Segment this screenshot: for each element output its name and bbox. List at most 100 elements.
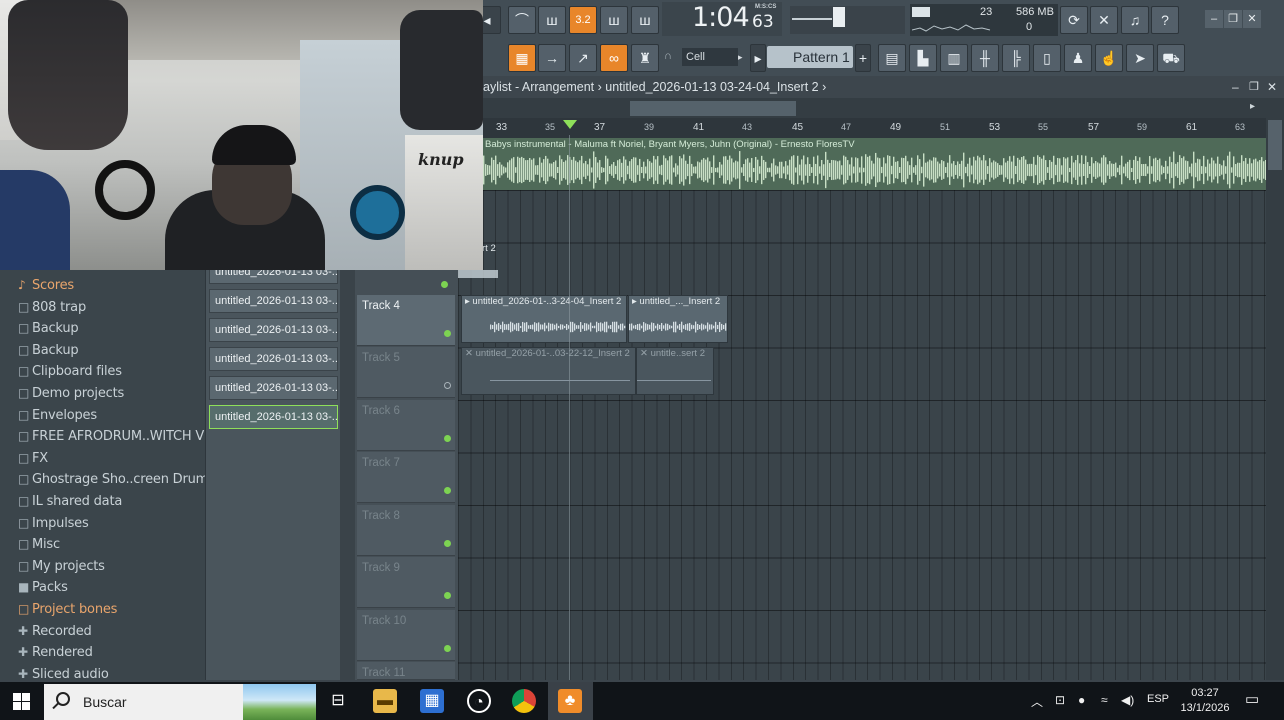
browser-folder-item[interactable]: ✚ Sliced audio [18,667,109,682]
tray-device-icon[interactable]: ⊡ [1055,693,1065,707]
track-header-7[interactable]: Track 7 [357,452,455,503]
playlist-horizontal-scrollbar[interactable] [483,98,1284,118]
track-mute-dot[interactable] [444,330,451,337]
touch-icon[interactable]: ☝ [1095,44,1123,72]
playlist-snap-icon[interactable]: ▦ [508,44,536,72]
browser-folder-item[interactable]: □ Misc [18,537,60,552]
playlist-grid[interactable] [458,190,1266,680]
store-icon[interactable]: ▦ [420,689,444,713]
pattern-prev-icon[interactable]: ▸ [750,44,766,72]
playlist-window-icon[interactable]: ▤ [878,44,906,72]
scroll-right-icon[interactable]: ▸ [1250,101,1255,112]
apps-icon[interactable]: ◔ [467,689,491,713]
playhead-marker-icon[interactable] [563,120,577,129]
track-mute-dot[interactable] [444,592,451,599]
browser-folder-item[interactable]: □ Ghostrage Sho..creen Drum Kit [18,472,229,487]
audio-clip-track5-a[interactable]: ✕ untitled_2026-01-..03-22-12_Insert 2 [461,347,636,395]
wait-record-icon[interactable]: ш [538,6,566,34]
track-mute-dot[interactable] [444,435,451,442]
track-header-8[interactable]: Track 8 [357,505,455,556]
playlist-restore-icon[interactable]: ❐ [1249,80,1259,93]
notifications-icon[interactable]: ▭ [1245,690,1259,708]
tray-expand-icon[interactable]: ︿ [1031,693,1043,710]
volume-icon[interactable]: ◀) [1121,693,1134,707]
file-item[interactable]: untitled_2026-01-13 03-... [209,347,338,371]
browser-folder-item[interactable]: □ My projects [18,559,105,574]
file-item[interactable]: untitled_2026-01-13 03-... [209,318,338,342]
browser-folder-item[interactable]: □ Project bones [18,602,117,617]
audio-clip-track4-a[interactable]: ▸ untitled_2026-01-..3-24-04_Insert 2 [461,295,627,343]
mixer-icon[interactable]: ╫ [971,44,999,72]
close-icon[interactable]: ✕ [1243,10,1261,28]
add-pattern-icon[interactable]: + [855,44,871,72]
playlist-vertical-scrollbar[interactable] [1266,118,1284,680]
plugin-icon[interactable]: ♟ [1064,44,1092,72]
track-header-9[interactable]: Track 9 [357,557,455,608]
send-icon[interactable]: ➤ [1126,44,1154,72]
panel-splitter[interactable] [340,270,355,680]
track-mute-dot[interactable] [444,540,451,547]
vertical-scroll-thumb[interactable] [1268,120,1282,170]
browser-folder-item[interactable]: □ IL shared data [18,494,122,509]
arrow-icon[interactable]: → [538,44,566,72]
tools-icon[interactable]: ✕ [1090,6,1118,34]
windows-start-icon[interactable] [13,693,30,710]
loop-record-icon[interactable]: ш [631,6,659,34]
file-item[interactable]: untitled_2026-01-13 03-... [209,405,338,429]
browser-folder-item[interactable]: ✚ Recorded [18,624,92,639]
audio-clip-track4-b[interactable]: ▸ untitled_..._Insert 2 [628,295,728,343]
browser-folder-item[interactable]: □ Backup [18,343,79,358]
snap-select[interactable]: Cell [682,48,738,66]
browser-icon[interactable]: ╠ [1002,44,1030,72]
volume-handle[interactable] [833,7,845,27]
browser-folder-item[interactable]: □ FX [18,451,48,466]
browser-folder-item[interactable]: □ Impulses [18,516,89,531]
scroll-thumb[interactable] [630,101,796,116]
track-mute-dot[interactable] [444,382,451,389]
chrome-icon[interactable] [512,689,536,713]
browser-folder-item[interactable]: ✚ Rendered [18,645,93,660]
help-icon[interactable]: ? [1151,6,1179,34]
audio-clip-track5-b[interactable]: ✕ untitle..sert 2 [636,347,714,395]
link-icon[interactable]: ∞ [600,44,628,72]
fl-studio-icon[interactable]: ♣ [558,689,582,713]
track-3-active-dot[interactable] [441,281,448,288]
browser-folder-item[interactable]: □ FREE AFRODRUM..WITCH VIBEZ [18,429,233,444]
file-item[interactable]: untitled_2026-01-13 03-... [209,376,338,400]
track-header-6[interactable]: Track 6 [357,400,455,451]
tempo-step-button[interactable]: 3.2 [569,6,597,34]
piano-roll-icon[interactable]: ▙ [909,44,937,72]
playlist-close-icon[interactable]: ✕ [1267,80,1277,94]
track-header-5[interactable]: Track 5 [357,347,455,398]
refresh-icon[interactable]: ⟳ [1060,6,1088,34]
taskbar-clock[interactable]: 03:27 13/1/2026 [1180,686,1230,716]
browser-folder-item[interactable]: □ Backup [18,321,79,336]
snap-dropdown-icon[interactable]: ▸ [738,48,748,66]
metronome-icon[interactable]: ⌒ [508,6,536,34]
stamp-icon[interactable]: ♜ [631,44,659,72]
browser-folder-item[interactable]: □ Demo projects [18,386,124,401]
browser-folder-item[interactable]: □ Envelopes [18,408,97,423]
language-indicator[interactable]: ESP [1147,693,1169,705]
file-explorer-icon[interactable]: ▬ [373,689,397,713]
playlist-minimize-icon[interactable]: – [1232,80,1239,94]
project-icon[interactable]: ▯ [1033,44,1061,72]
minimize-icon[interactable]: – [1205,10,1223,28]
task-view-icon[interactable]: ⊟ [326,689,350,713]
tray-mic-icon[interactable]: ● [1078,693,1085,707]
browser-folder-item[interactable]: □ 808 trap [18,300,86,315]
restore-icon[interactable]: ❐ [1224,10,1242,28]
browser-folder-item[interactable]: ■ Packs [18,580,68,595]
master-volume-slider[interactable] [790,6,905,34]
file-item[interactable]: untitled_2026-01-13 03-... [209,289,338,313]
wifi-icon[interactable]: ≈ [1101,693,1108,707]
channel-rack-icon[interactable]: ▥ [940,44,968,72]
cart-icon[interactable]: ⛟ [1157,44,1185,72]
track-header-4[interactable]: Track 4 [357,295,455,346]
track-mute-dot[interactable] [444,645,451,652]
browser-folder-item[interactable]: ♪ Scores [18,278,74,293]
pencil-icon[interactable]: ↗ [569,44,597,72]
track-mute-dot[interactable] [444,487,451,494]
microphone-icon[interactable]: ♫ [1121,6,1149,34]
step-edit-icon[interactable]: ш [600,6,628,34]
